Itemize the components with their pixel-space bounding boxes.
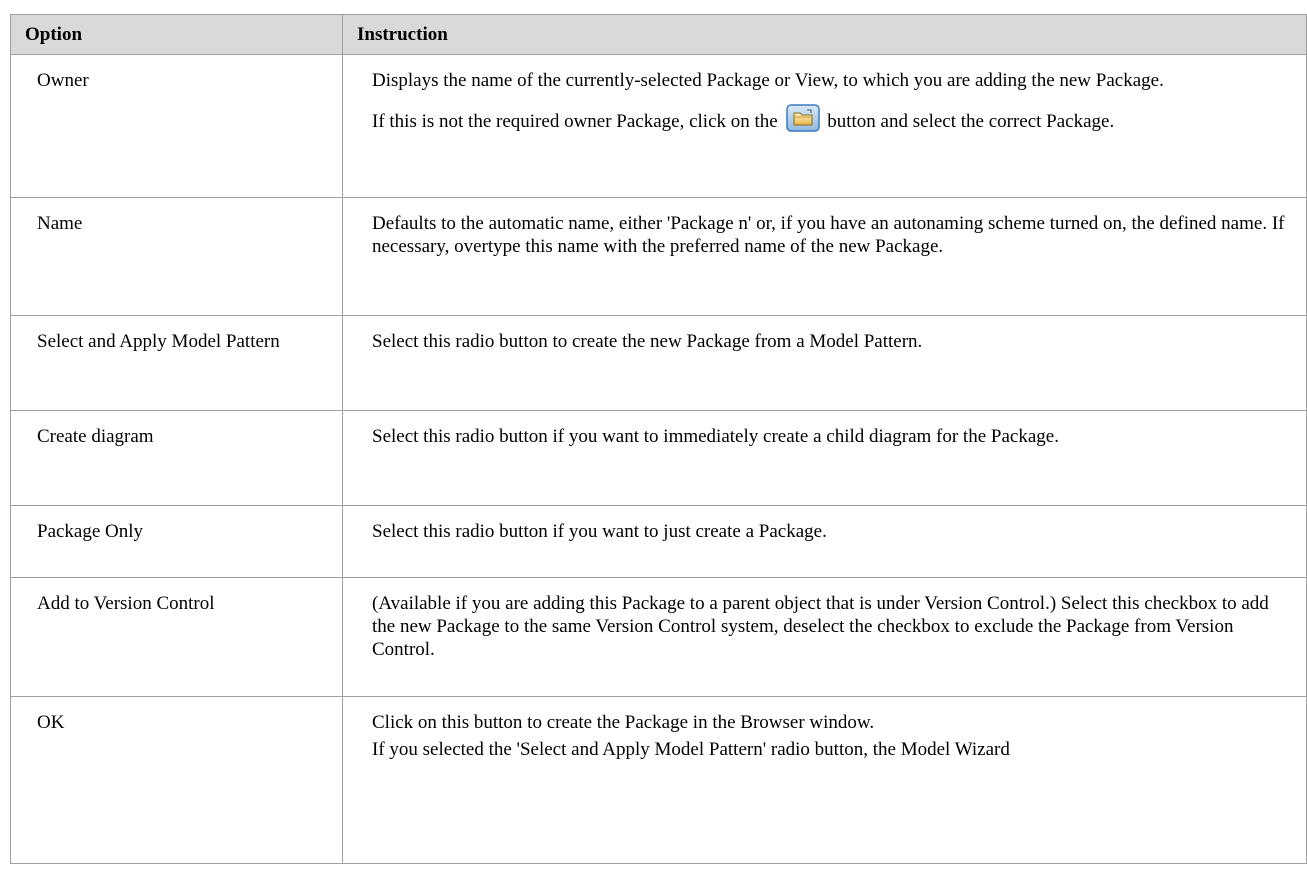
table-row: OK Click on this button to create the Pa… xyxy=(10,696,1307,864)
table-row: Create diagram Select this radio button … xyxy=(10,410,1307,506)
instruction-text-after-icon: button and select the correct Package. xyxy=(827,111,1115,132)
option-cell: Create diagram xyxy=(10,410,343,506)
instruction-cell: Select this radio button if you want to … xyxy=(342,410,1307,506)
header-row: Option Instruction xyxy=(10,14,1307,55)
header-instruction: Instruction xyxy=(342,14,1307,55)
instruction-text: If you selected the 'Select and Apply Mo… xyxy=(372,739,1010,760)
option-cell: OK xyxy=(10,696,343,864)
instruction-text: Select this radio button to create the n… xyxy=(372,331,923,352)
option-cell: Add to Version Control xyxy=(10,577,343,697)
folder-browse-icon xyxy=(785,104,820,132)
table-row: Name Defaults to the automatic name, eit… xyxy=(10,197,1307,316)
instruction-cell: Click on this button to create the Packa… xyxy=(342,696,1307,864)
table-row: Select and Apply Model Pattern Select th… xyxy=(10,315,1307,411)
table-row: Add to Version Control (Available if you… xyxy=(10,577,1307,697)
table-row: Owner Displays the name of the currently… xyxy=(10,54,1307,198)
option-cell: Owner xyxy=(10,54,343,198)
instruction-cell: Select this radio button to create the n… xyxy=(342,315,1307,411)
instruction-text: Click on this button to create the Packa… xyxy=(372,712,875,733)
instruction-cell: Displays the name of the currently-selec… xyxy=(342,54,1307,198)
option-cell: Package Only xyxy=(10,505,343,578)
instruction-text-before-icon: If this is not the required owner Packag… xyxy=(372,111,778,132)
table-body: Owner Displays the name of the currently… xyxy=(10,54,1307,864)
option-cell: Select and Apply Model Pattern xyxy=(10,315,343,411)
page: { "table": { "headers": { "option": "Opt… xyxy=(0,0,1307,889)
instruction-text: Select this radio button if you want to … xyxy=(372,521,827,542)
instruction-cell: (Available if you are adding this Packag… xyxy=(342,577,1307,697)
instruction-cell: Select this radio button if you want to … xyxy=(342,505,1307,578)
instruction-text: (Available if you are adding this Packag… xyxy=(372,593,1269,660)
instruction-text: If this is not the required owner Packag… xyxy=(372,104,1286,133)
instruction-text: Select this radio button if you want to … xyxy=(372,426,1059,447)
instruction-text: Defaults to the automatic name, either '… xyxy=(372,213,1285,257)
table-header: Option Instruction xyxy=(10,14,1307,55)
options-table: Option Instruction Owner Displays the na… xyxy=(10,14,1307,864)
table-row: Package Only Select this radio button if… xyxy=(10,505,1307,578)
instruction-cell: Defaults to the automatic name, either '… xyxy=(342,197,1307,316)
option-cell: Name xyxy=(10,197,343,316)
instruction-text: Displays the name of the currently-selec… xyxy=(372,70,1164,91)
header-option: Option xyxy=(10,14,343,55)
